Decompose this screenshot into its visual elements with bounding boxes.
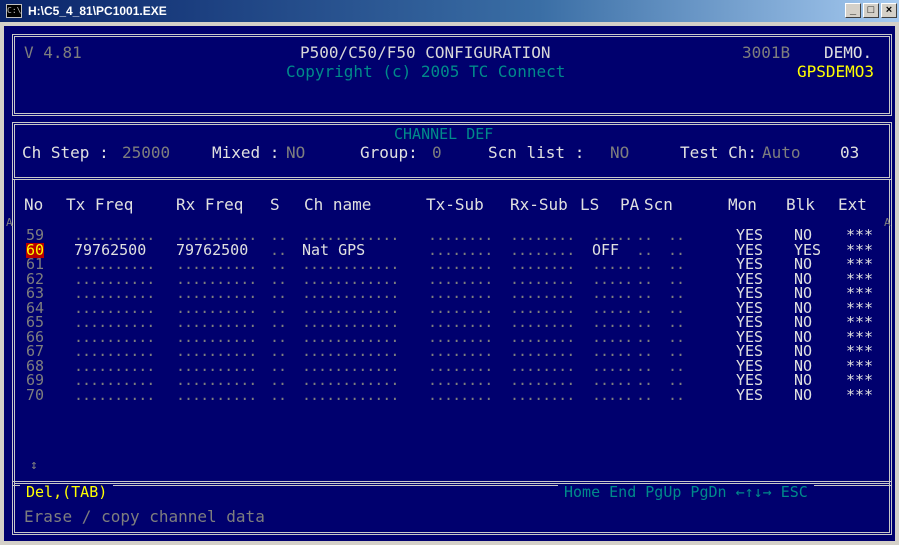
version-label: V 4.81	[24, 43, 82, 62]
minimize-button[interactable]: _	[845, 3, 861, 18]
cell-txsub[interactable]: ........	[428, 387, 493, 403]
col-rx-freq: Rx Freq	[176, 195, 244, 214]
cell-no: 70	[26, 385, 45, 404]
window-title: H:\C5_4_81\PC1001.EXE	[28, 4, 167, 18]
col-scn: Scn	[644, 195, 673, 214]
key-hint-legend: Del,(TAB)	[20, 484, 114, 500]
config-file-name: GPSDEMO3	[797, 62, 875, 81]
mixed-label: Mixed :	[212, 143, 280, 162]
mixed-value[interactable]: NO	[286, 144, 305, 162]
ch-step-label: Ch Step :	[22, 143, 109, 162]
col-rx-sub: Rx-Sub	[510, 195, 568, 214]
cell-tx[interactable]: ..........	[74, 387, 155, 403]
cell-blk[interactable]: NO	[794, 387, 812, 403]
col-no: No	[24, 195, 44, 214]
ch-step-value[interactable]: 25000	[122, 144, 170, 162]
console-icon[interactable]: C:\	[6, 4, 22, 18]
scroll-indicator-icon[interactable]: ↕	[30, 458, 38, 473]
col-ls: LS	[580, 195, 600, 214]
table-row[interactable]: 70......................................…	[26, 385, 886, 404]
cell-s[interactable]: ..	[270, 387, 287, 403]
test-ch-number[interactable]: 03	[840, 144, 859, 162]
group-value[interactable]: 0	[432, 144, 442, 162]
channel-def-legend: CHANNEL DEF	[388, 126, 500, 142]
col-tx-freq: Tx Freq	[66, 195, 134, 214]
cell-name[interactable]: ............	[302, 387, 399, 403]
window-titlebar[interactable]: C:\ H:\C5_4_81\PC1001.EXE _ □ ×	[0, 0, 899, 22]
window-controls: _ □ ×	[845, 3, 897, 18]
col-pa: PA	[620, 195, 640, 214]
close-button[interactable]: ×	[881, 3, 897, 18]
copyright-text: Copyright (c) 2005 TC Connect	[286, 62, 566, 81]
scn-list-value[interactable]: NO	[610, 144, 629, 162]
maximize-button[interactable]: □	[863, 3, 879, 18]
help-text: Erase / copy channel data	[24, 507, 265, 526]
test-ch-value[interactable]: Auto	[762, 144, 801, 162]
left-marker: A	[6, 216, 13, 229]
cell-rx[interactable]: ..........	[176, 387, 257, 403]
cell-ext[interactable]: ***	[846, 387, 873, 403]
col-ch-name: Ch name	[304, 195, 372, 214]
cell-ls[interactable]: .....	[592, 387, 633, 403]
cell-pa[interactable]: ..	[636, 387, 653, 403]
mode-label: DEMO.	[824, 43, 873, 62]
scn-list-label: Scn list :	[488, 143, 585, 162]
nav-keys-legend: Home End PgUp PgDn ←↑↓→ ESC	[558, 484, 814, 500]
cell-mon[interactable]: YES	[736, 387, 763, 403]
group-label: Group:	[360, 143, 418, 162]
col-blk: Blk	[786, 195, 815, 214]
test-ch-label: Test Ch:	[680, 143, 758, 162]
col-mon: Mon	[728, 195, 757, 214]
app-title: P500/C50/F50 CONFIGURATION	[300, 43, 551, 62]
cell-scn[interactable]: ..	[668, 387, 685, 403]
col-s: S	[270, 195, 280, 214]
col-ext: Ext	[838, 195, 867, 214]
console-screen[interactable]: V 4.81 P500/C50/F50 CONFIGURATION Copyri…	[4, 26, 895, 541]
col-tx-sub: Tx-Sub	[426, 195, 484, 214]
serial-number: 3001B	[742, 43, 791, 62]
cell-rxsub[interactable]: ........	[510, 387, 575, 403]
